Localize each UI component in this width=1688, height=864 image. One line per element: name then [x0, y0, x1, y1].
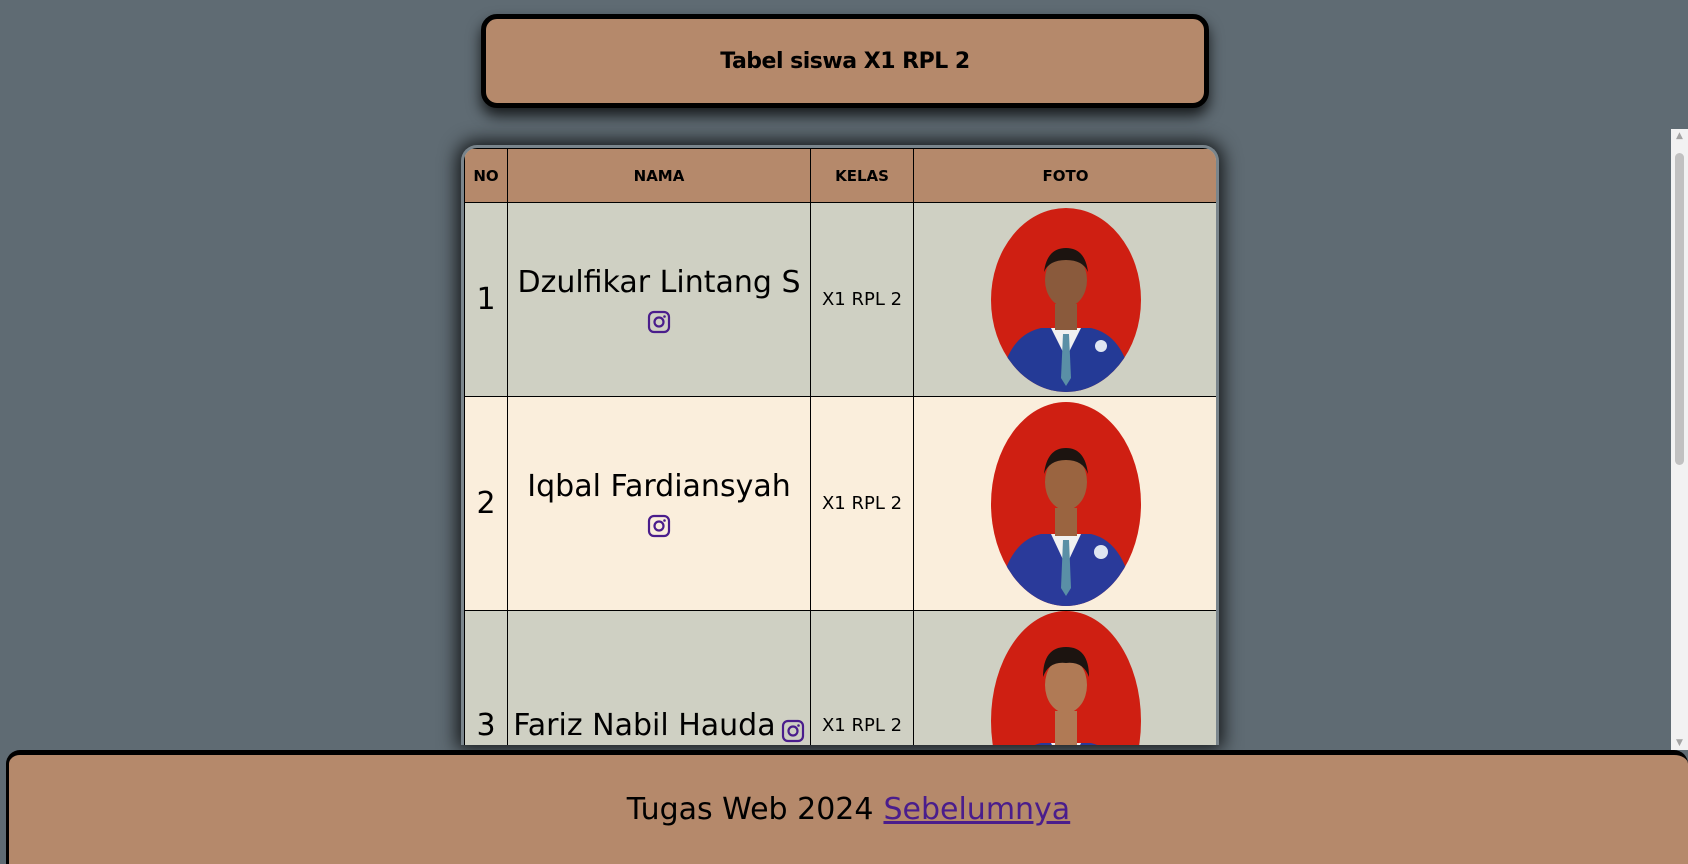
student-photo-cell: [913, 396, 1216, 611]
scrollbar-thumb[interactable]: [1675, 153, 1684, 465]
row-number: 3: [464, 610, 508, 745]
row-number: 2: [464, 396, 508, 611]
page-title: Tabel siswa X1 RPL 2: [720, 48, 970, 74]
instagram-icon[interactable]: [781, 719, 805, 743]
student-name: Iqbal Fardiansyah: [527, 469, 791, 504]
student-class: X1 RPL 2: [810, 202, 914, 397]
column-header-foto: FOTO: [913, 148, 1216, 203]
row-number: 1: [464, 202, 508, 397]
column-header-no: NO: [464, 148, 508, 203]
page-header: Tabel siswa X1 RPL 2: [481, 14, 1209, 108]
table-header-row: NO NAMA KELAS FOTO: [464, 148, 1216, 203]
student-photo-cell: [913, 202, 1216, 397]
column-header-kelas: KELAS: [810, 148, 914, 203]
student-class: X1 RPL 2: [810, 610, 914, 745]
table-row: 2 Iqbal Fardiansyah X1 RPL 2: [464, 396, 1216, 611]
scroll-down-arrow-icon[interactable]: ▼: [1671, 736, 1688, 750]
page-scrollbar[interactable]: ▲ ▼: [1671, 129, 1688, 750]
student-name-cell: Iqbal Fardiansyah: [507, 396, 811, 611]
student-photo: [990, 207, 1141, 392]
student-photo: [990, 401, 1141, 606]
scroll-up-arrow-icon[interactable]: ▲: [1671, 129, 1688, 143]
page-footer: Tugas Web 2024 Sebelumnya: [6, 750, 1688, 864]
footer-text: Tugas Web 2024: [626, 792, 874, 827]
student-name: Fariz Nabil Hauda: [513, 708, 776, 743]
student-name: Dzulfikar Lintang S: [517, 265, 801, 300]
previous-page-link[interactable]: Sebelumnya: [883, 792, 1070, 827]
table-row: 1 Dzulfikar Lintang S X1 RPL 2: [464, 202, 1216, 397]
student-photo: [990, 611, 1141, 745]
student-name-cell: Dzulfikar Lintang S: [507, 202, 811, 397]
student-table: NO NAMA KELAS FOTO 1 Dzulfikar Lintang S…: [464, 148, 1216, 745]
table-row: 3 Fariz Nabil Hauda X1 RPL 2: [464, 610, 1216, 745]
column-header-nama: NAMA: [507, 148, 811, 203]
student-table-container[interactable]: NO NAMA KELAS FOTO 1 Dzulfikar Lintang S…: [461, 145, 1219, 745]
instagram-icon[interactable]: [647, 514, 671, 538]
student-photo-cell: [913, 610, 1216, 745]
student-name-cell: Fariz Nabil Hauda: [507, 610, 811, 745]
student-class: X1 RPL 2: [810, 396, 914, 611]
instagram-icon[interactable]: [647, 310, 671, 334]
